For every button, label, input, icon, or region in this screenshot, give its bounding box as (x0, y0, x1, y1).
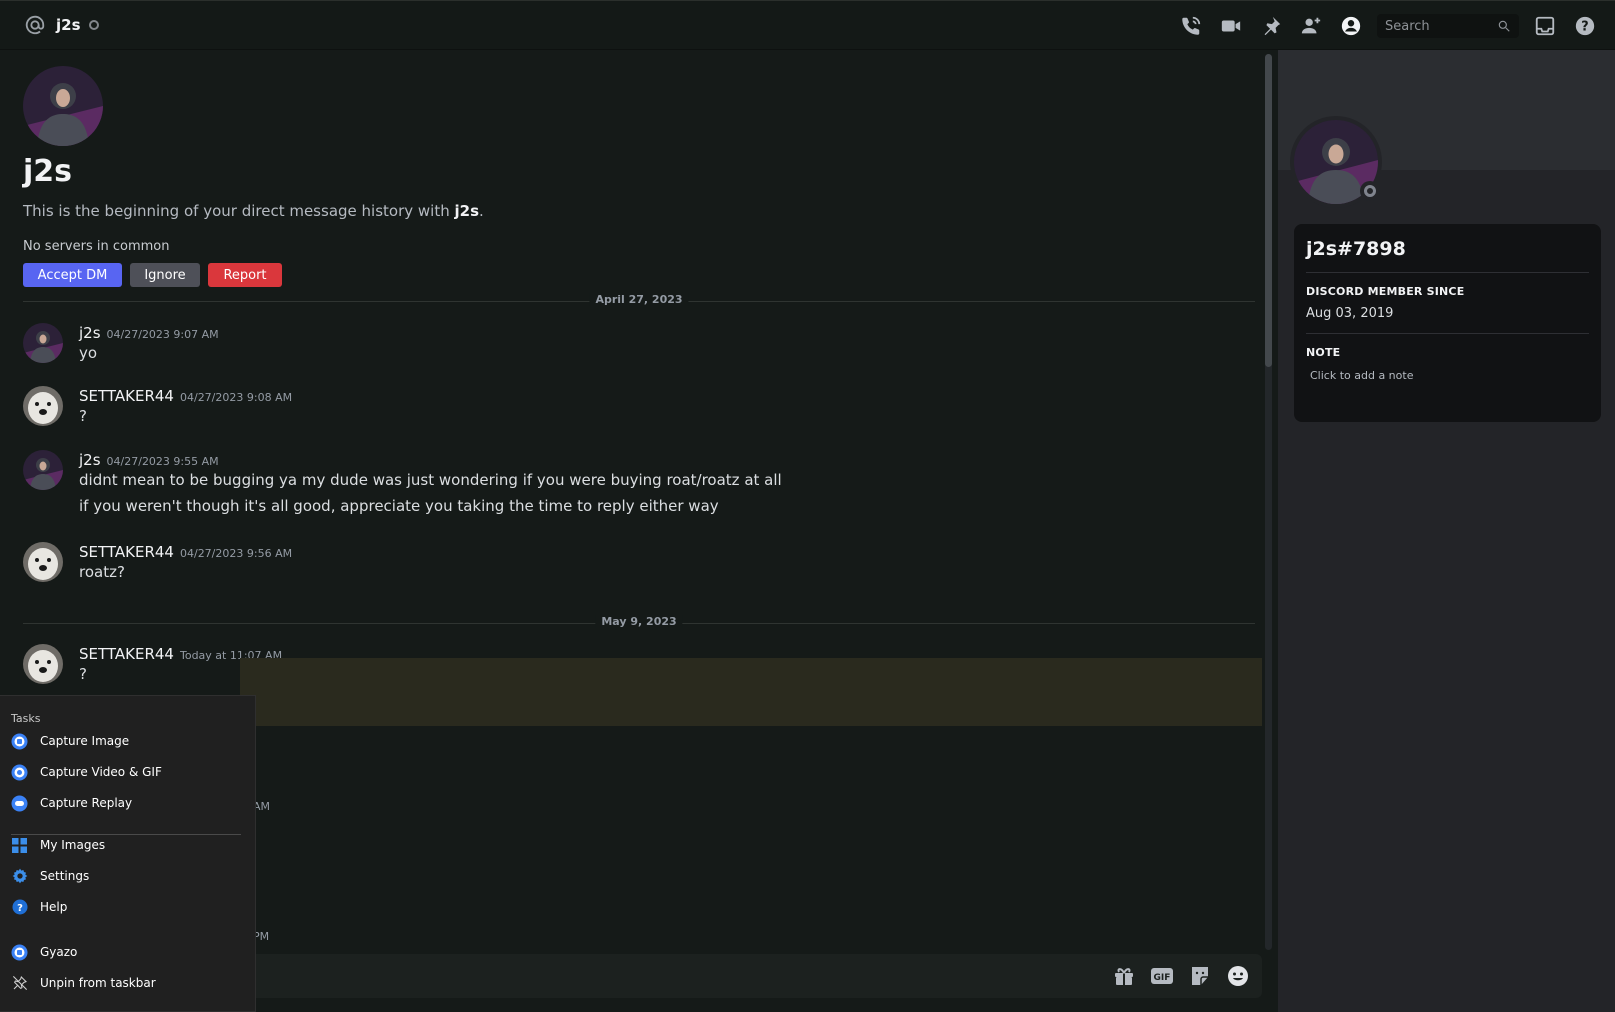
profile-username: j2s#7898 (1306, 238, 1406, 260)
message-text: roatz? (79, 563, 125, 581)
member-since-label: DISCORD MEMBER SINCE (1306, 285, 1465, 298)
my-images-item[interactable]: My Images (0, 830, 256, 860)
message-timestamp: 04/27/2023 9:55 AM (106, 455, 219, 468)
message-text: didnt mean to be bugging ya my dude was … (79, 471, 782, 489)
divider (1306, 333, 1589, 334)
message-timestamp: 04/27/2023 9:08 AM (179, 391, 293, 404)
message-composer[interactable]: GIF (250, 954, 1262, 998)
profile-card: j2s#7898 DISCORD MEMBER SINCE Aug 03, 20… (1294, 224, 1601, 422)
help-icon[interactable]: ? (1565, 6, 1605, 46)
scrollbar-thumb[interactable] (1265, 54, 1272, 367)
gif-icon[interactable]: GIF (1150, 964, 1174, 988)
message-author[interactable]: j2s (79, 324, 101, 342)
gyazo-video-icon (11, 764, 28, 781)
emoji-icon[interactable] (1226, 964, 1250, 988)
message-text: yo (79, 344, 98, 362)
author-avatar[interactable] (23, 386, 63, 426)
author-avatar[interactable] (23, 323, 63, 363)
search-input[interactable]: Search (1377, 14, 1519, 38)
gyazo-app-item[interactable]: Gyazo (0, 937, 256, 967)
svg-text:?: ? (1581, 20, 1588, 35)
search-placeholder: Search (1385, 18, 1430, 34)
mutual-servers-text: No servers in common (23, 239, 170, 254)
capture-image-item[interactable]: Capture Image (0, 726, 256, 756)
inbox-icon[interactable] (1525, 6, 1565, 46)
member-since-value: Aug 03, 2019 (1306, 306, 1394, 321)
add-friend-icon[interactable] (1291, 6, 1331, 46)
date-divider-label: May 9, 2023 (595, 615, 683, 628)
capture-replay-label: Capture Replay (40, 796, 133, 810)
highlighted-message (240, 658, 1262, 726)
help-icon: ? (11, 899, 28, 916)
accept-dm-button[interactable]: Accept DM (23, 263, 122, 287)
message-text: if you weren't though it's all good, app… (79, 497, 719, 515)
capture-video-label: Capture Video & GIF (40, 765, 162, 779)
gif-label: GIF (1154, 973, 1171, 983)
offline-status-icon (88, 20, 99, 30)
unpin-icon (11, 975, 28, 992)
message-timestamp: 04/27/2023 9:07 AM (106, 328, 219, 341)
channel-header: j2s Search ? (0, 0, 1615, 50)
unpin-taskbar-label: Unpin from taskbar (40, 976, 156, 990)
date-divider: May 9, 2023 (23, 615, 1255, 628)
note-label: NOTE (1306, 346, 1341, 359)
my-images-label: My Images (40, 838, 106, 852)
at-mention-icon (24, 14, 46, 36)
help-item[interactable]: ? Help (0, 892, 256, 922)
capture-replay-item[interactable]: Capture Replay (0, 788, 256, 818)
phone-call-icon[interactable] (1171, 6, 1211, 46)
author-avatar[interactable] (23, 644, 63, 684)
message-author[interactable]: SETTAKER44 (79, 387, 174, 405)
search-icon (1498, 20, 1510, 32)
intro-description: This is the beginning of your direct mes… (23, 202, 484, 220)
intro-avatar (23, 66, 103, 146)
author-avatar[interactable] (23, 542, 63, 582)
user-profile-icon[interactable] (1331, 6, 1371, 46)
message-author[interactable]: SETTAKER44 (79, 543, 174, 561)
note-input[interactable]: Click to add a note (1310, 369, 1589, 382)
capture-video-item[interactable]: Capture Video & GIF (0, 757, 256, 787)
unpin-taskbar-item[interactable]: Unpin from taskbar (0, 968, 256, 998)
date-divider-label: April 27, 2023 (589, 293, 689, 306)
gyazo-app-icon (11, 944, 28, 961)
gear-icon (11, 868, 28, 885)
taskbar-jump-list: Tasks Capture Image Capture Video & GIF … (0, 695, 256, 1012)
message-author[interactable]: SETTAKER44 (79, 645, 174, 663)
gyazo-capture-icon (11, 733, 28, 750)
chat-scrollbar[interactable] (1265, 54, 1272, 950)
message-timestamp: 04/27/2023 9:56 AM (179, 547, 293, 560)
message-text: ? (79, 407, 87, 425)
author-avatar[interactable] (23, 450, 63, 490)
settings-item[interactable]: Settings (0, 861, 256, 891)
date-divider: April 27, 2023 (23, 293, 1255, 306)
pin-icon[interactable] (1251, 6, 1291, 46)
message-author[interactable]: j2s (79, 451, 101, 469)
ignore-button[interactable]: Ignore (130, 263, 200, 287)
channel-name: j2s (56, 16, 81, 34)
sticker-icon[interactable] (1188, 964, 1212, 988)
user-profile-panel: j2s#7898 DISCORD MEMBER SINCE Aug 03, 20… (1278, 50, 1615, 1012)
gyazo-app-label: Gyazo (40, 945, 78, 959)
offline-status-icon (1360, 181, 1380, 201)
report-button[interactable]: Report (208, 263, 282, 287)
jump-list-title: Tasks (11, 712, 41, 725)
gyazo-replay-icon (11, 795, 28, 812)
gift-icon[interactable] (1112, 964, 1136, 988)
message-text: ? (79, 665, 87, 683)
divider (1306, 272, 1589, 273)
capture-image-label: Capture Image (40, 734, 130, 748)
svg-text:?: ? (17, 903, 23, 914)
settings-label: Settings (40, 869, 90, 883)
video-call-icon[interactable] (1211, 6, 1251, 46)
help-label: Help (40, 900, 68, 914)
grid-icon (11, 837, 28, 854)
intro-title: j2s (23, 154, 73, 189)
